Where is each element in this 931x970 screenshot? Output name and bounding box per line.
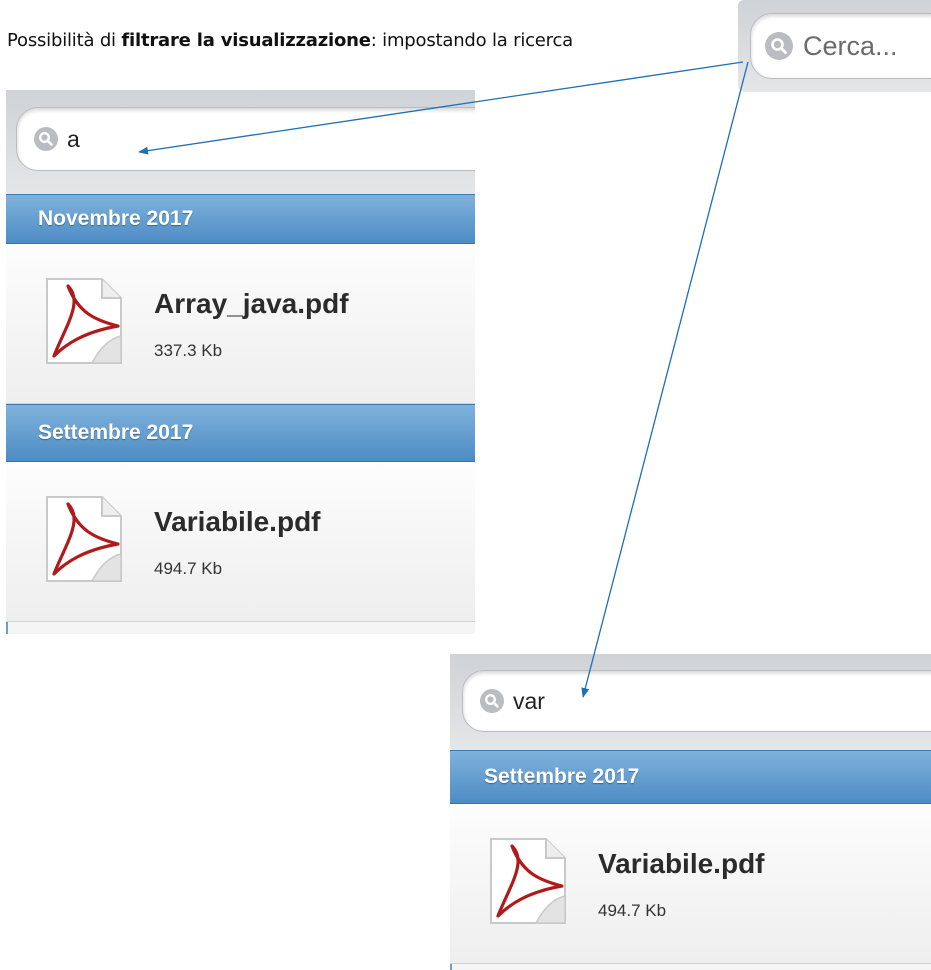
search-query: a <box>67 125 80 152</box>
group-header-label: Settembre 2017 <box>38 421 194 444</box>
group-header-label: Settembre 2017 <box>484 765 640 788</box>
search-input-empty[interactable]: Cerca... <box>750 13 931 79</box>
search-icon <box>34 127 58 151</box>
search-query: var <box>513 687 545 714</box>
pdf-icon <box>490 838 566 924</box>
caption-bold: filtrare la visualizzazione <box>121 30 371 51</box>
arrow-to-example2 <box>581 61 749 698</box>
search-input-2[interactable]: var <box>462 670 931 732</box>
file-list-panel-1: a Novembre 2017 Array_java.pdf 337.3 Kb … <box>6 90 475 634</box>
file-size: 494.7 Kb <box>598 901 667 920</box>
search-bar-2: var <box>450 654 931 750</box>
group-header: Novembre 2017 <box>6 194 475 244</box>
caption-text: Possibilità di filtrare la visualizzazio… <box>7 30 573 51</box>
file-size: 337.3 Kb <box>154 341 223 360</box>
file-name: Variabile.pdf <box>598 848 765 879</box>
file-name: Array_java.pdf <box>154 288 349 319</box>
search-placeholder: Cerca... <box>803 30 898 61</box>
group-header: Settembre 2017 <box>450 750 931 804</box>
pdf-icon <box>46 278 122 364</box>
file-list-panel-2: var Settembre 2017 Variabile.pdf 494.7 K… <box>450 654 931 970</box>
file-size: 494.7 Kb <box>154 559 223 578</box>
search-input-1[interactable]: a <box>16 107 475 171</box>
group-header: Settembre 2017 <box>6 404 475 462</box>
file-row[interactable]: Variabile.pdf 494.7 Kb <box>450 804 931 964</box>
file-row[interactable]: Variabile.pdf 494.7 Kb <box>6 462 475 622</box>
caption-prefix: Possibilità di <box>7 30 122 51</box>
group-header-label: Novembre 2017 <box>38 207 194 230</box>
search-bar-1: a <box>6 90 475 194</box>
file-row[interactable]: Array_java.pdf 337.3 Kb <box>6 244 475 404</box>
search-bar-empty: Cerca... <box>738 0 931 92</box>
caption-suffix: : impostando la ricerca <box>370 30 574 51</box>
file-name: Variabile.pdf <box>154 506 321 537</box>
search-icon <box>765 32 793 60</box>
search-icon <box>480 689 504 713</box>
pdf-icon <box>46 496 122 582</box>
